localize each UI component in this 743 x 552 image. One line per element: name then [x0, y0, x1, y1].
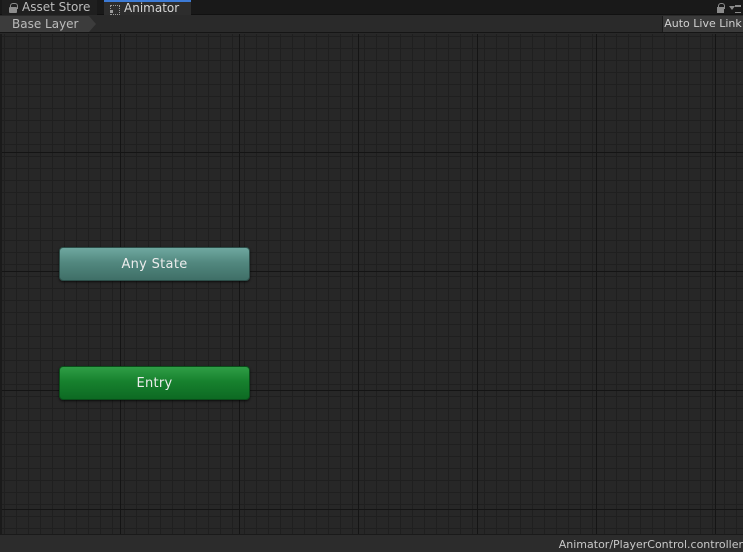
tab-label: Animator	[124, 1, 180, 15]
breadcrumb-base-layer[interactable]: Base Layer	[0, 16, 96, 32]
lock-icon[interactable]	[716, 2, 725, 13]
any-state-node[interactable]: Any State	[59, 247, 250, 281]
tab-bar: Asset Store Animator	[0, 0, 743, 15]
animator-window: Asset Store Animator Base Layer Auto Liv…	[0, 0, 743, 552]
animator-icon	[110, 4, 120, 15]
tab-animator[interactable]: Animator	[104, 0, 191, 15]
state-machine-graph[interactable]: Any State Entry	[0, 34, 743, 534]
menu-icon[interactable]	[729, 3, 741, 13]
controller-path: Animator/PlayerControl.controller	[558, 538, 743, 551]
tab-label: Asset Store	[22, 0, 91, 14]
auto-live-link-button[interactable]: Auto Live Link	[662, 16, 743, 32]
lock-icon	[8, 2, 18, 13]
status-bar: Animator/PlayerControl.controller	[0, 534, 743, 552]
entry-node[interactable]: Entry	[59, 366, 250, 400]
window-controls	[716, 1, 741, 14]
tab-asset-store[interactable]: Asset Store	[2, 0, 97, 15]
toolbar: Base Layer Auto Live Link	[0, 15, 743, 33]
